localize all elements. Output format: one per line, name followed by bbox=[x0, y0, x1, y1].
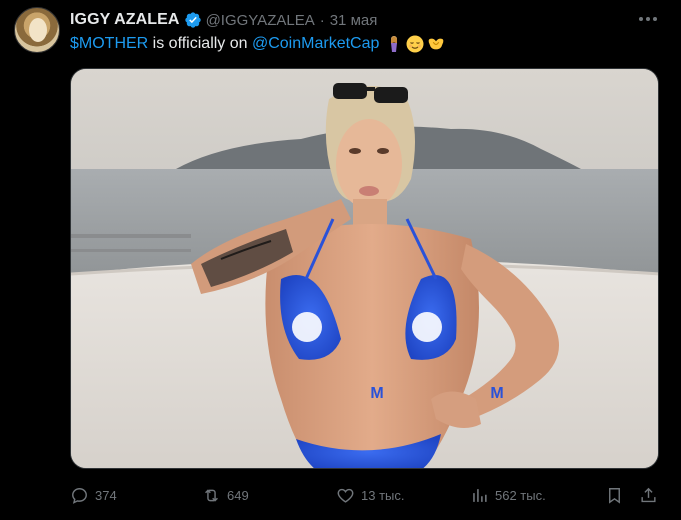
repost-button[interactable]: 649 bbox=[202, 483, 249, 507]
woman-icon bbox=[391, 36, 398, 52]
tweet-text: $MOTHER is officially on @CoinMarketCap bbox=[70, 34, 445, 54]
share-button[interactable] bbox=[639, 483, 658, 507]
mention-link[interactable]: @CoinMarketCap bbox=[252, 34, 379, 54]
share-icon bbox=[641, 487, 656, 502]
photo-illustration bbox=[71, 69, 658, 468]
heart-icon bbox=[337, 488, 354, 503]
tweet: IGGY AZALEA @IGGYAZALEA · 31 мая $MOTHER… bbox=[0, 0, 681, 520]
more-options-icon[interactable] bbox=[636, 8, 660, 30]
author-handle[interactable]: @IGGYAZALEA bbox=[206, 12, 315, 29]
heart-hands-icon bbox=[429, 38, 444, 50]
cashtag-link[interactable]: $MOTHER bbox=[70, 34, 148, 54]
like-button[interactable]: 13 тыс. bbox=[336, 483, 404, 507]
coin-logo-left: M bbox=[370, 385, 384, 402]
reply-button[interactable]: 374 bbox=[70, 483, 117, 507]
relieved-face-icon bbox=[406, 35, 424, 53]
repost-count: 649 bbox=[227, 487, 249, 503]
avatar-face bbox=[29, 18, 47, 42]
views-count: 562 тыс. bbox=[495, 487, 546, 503]
repost-icon bbox=[205, 488, 218, 502]
bookmark-button[interactable] bbox=[605, 483, 624, 507]
avatar[interactable] bbox=[14, 7, 60, 53]
tweet-header: IGGY AZALEA @IGGYAZALEA · 31 мая bbox=[70, 9, 377, 31]
verified-badge-icon bbox=[184, 12, 201, 28]
reply-icon bbox=[72, 487, 87, 504]
coin-logo-right: M bbox=[490, 385, 504, 402]
reply-count: 374 bbox=[95, 487, 117, 503]
author-name[interactable]: IGGY AZALEA bbox=[70, 11, 180, 29]
tweet-text-middle: is officially on bbox=[148, 35, 252, 52]
views-icon bbox=[473, 488, 487, 502]
action-bar: 374 649 13 тыс. 562 тыс. bbox=[70, 483, 660, 507]
separator-dot: · bbox=[319, 11, 325, 29]
tweet-photo[interactable]: M M bbox=[70, 68, 659, 469]
tweet-date[interactable]: 31 мая bbox=[330, 12, 378, 29]
bookmark-icon bbox=[609, 487, 620, 504]
views-button[interactable]: 562 тыс. bbox=[470, 483, 546, 507]
like-count: 13 тыс. bbox=[361, 487, 405, 503]
